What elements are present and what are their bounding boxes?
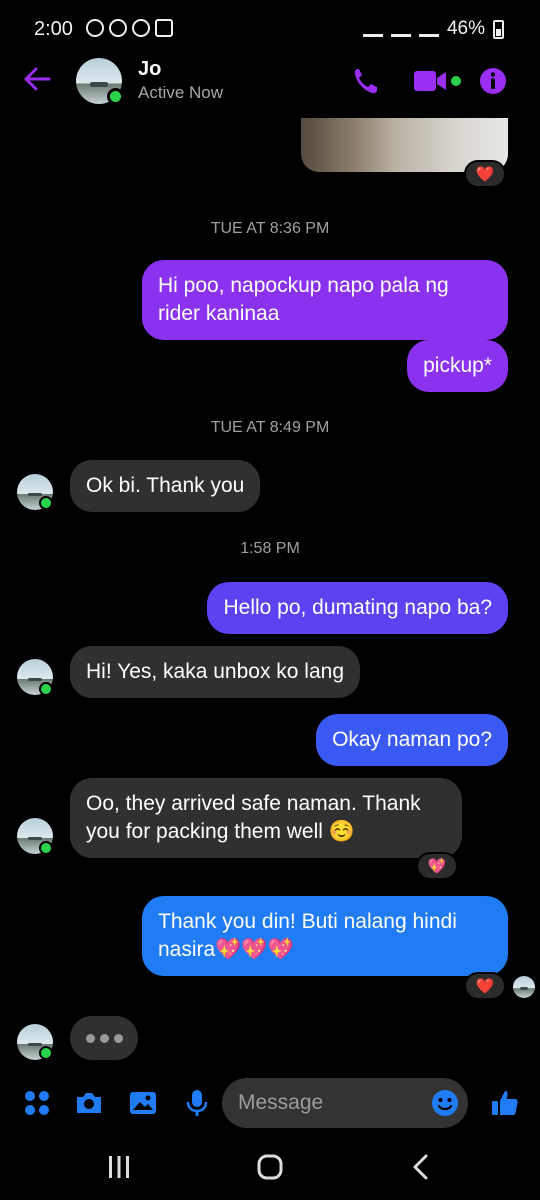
emoji-icon[interactable]: [430, 1088, 460, 1118]
signal-icon: [418, 21, 439, 37]
apps-icon[interactable]: [22, 1088, 52, 1118]
reaction-badge[interactable]: ❤️: [464, 972, 506, 1000]
reaction-badge[interactable]: ❤️: [464, 160, 506, 188]
back-arrow-icon[interactable]: [22, 64, 52, 94]
phone-icon[interactable]: [352, 66, 380, 96]
video-call-icon[interactable]: [412, 66, 462, 96]
online-indicator: [39, 496, 53, 510]
online-indicator: [107, 88, 124, 105]
online-indicator: [39, 841, 53, 855]
thumbs-up-icon[interactable]: [490, 1088, 520, 1118]
navigation-bar: [0, 1134, 540, 1200]
microphone-icon[interactable]: [182, 1088, 212, 1118]
messenger-icon: [132, 19, 150, 37]
incoming-message[interactable]: Ok bi. Thank you: [70, 460, 261, 512]
contact-name[interactable]: Jo: [138, 58, 161, 81]
back-icon[interactable]: [410, 1154, 432, 1180]
battery-percent: 46%: [446, 18, 485, 39]
timestamp: TUE AT 8:49 PM: [210, 419, 330, 436]
incoming-message[interactable]: Hi! Yes, kaka unbox ko lang: [70, 646, 361, 698]
online-indicator: [39, 682, 53, 696]
outgoing-message[interactable]: Hello po, dumating napo ba?: [207, 582, 508, 634]
seen-avatar: [513, 976, 535, 998]
chat-header: Jo Active Now: [0, 58, 540, 108]
battery-icon: [493, 19, 504, 39]
mute-icon: [362, 21, 383, 37]
messenger-icon: [109, 19, 127, 37]
online-indicator: [39, 1046, 53, 1060]
status-bar: 2:00 46%: [0, 0, 540, 58]
message-list[interactable]: ❤️ TUE AT 8:36 PM Hi poo, napockup napo …: [0, 108, 540, 1074]
status-time: 2:00: [34, 18, 73, 40]
typing-indicator: [70, 1016, 138, 1060]
gallery-icon[interactable]: [128, 1088, 158, 1118]
home-icon[interactable]: [256, 1154, 284, 1180]
outgoing-message[interactable]: Hi poo, napockup napo pala ng rider kani…: [142, 260, 508, 340]
check-box-icon: [155, 19, 173, 37]
timestamp: 1:58 PM: [240, 540, 300, 557]
recent-apps-icon[interactable]: [106, 1154, 132, 1180]
disney-icon: [86, 19, 104, 37]
typing-dot: [85, 1033, 95, 1043]
outgoing-message[interactable]: pickup*: [407, 340, 508, 392]
typing-dot: [113, 1033, 123, 1043]
notification-icons: [86, 19, 173, 37]
camera-icon[interactable]: [74, 1088, 104, 1118]
timestamp: TUE AT 8:36 PM: [210, 220, 330, 237]
typing-dot: [99, 1033, 109, 1043]
incoming-message[interactable]: Oo, they arrived safe naman. Thank you f…: [70, 778, 462, 858]
wifi-icon: [390, 21, 411, 37]
outgoing-message[interactable]: Thank you din! Buti nalang hindi nasira💖…: [142, 896, 508, 976]
contact-status: Active Now: [138, 83, 224, 102]
reaction-badge[interactable]: 💖: [416, 852, 458, 880]
outgoing-message[interactable]: Okay naman po?: [316, 714, 508, 766]
status-right: 46%: [362, 18, 504, 40]
info-icon[interactable]: [478, 66, 508, 96]
composer: [0, 1074, 540, 1134]
